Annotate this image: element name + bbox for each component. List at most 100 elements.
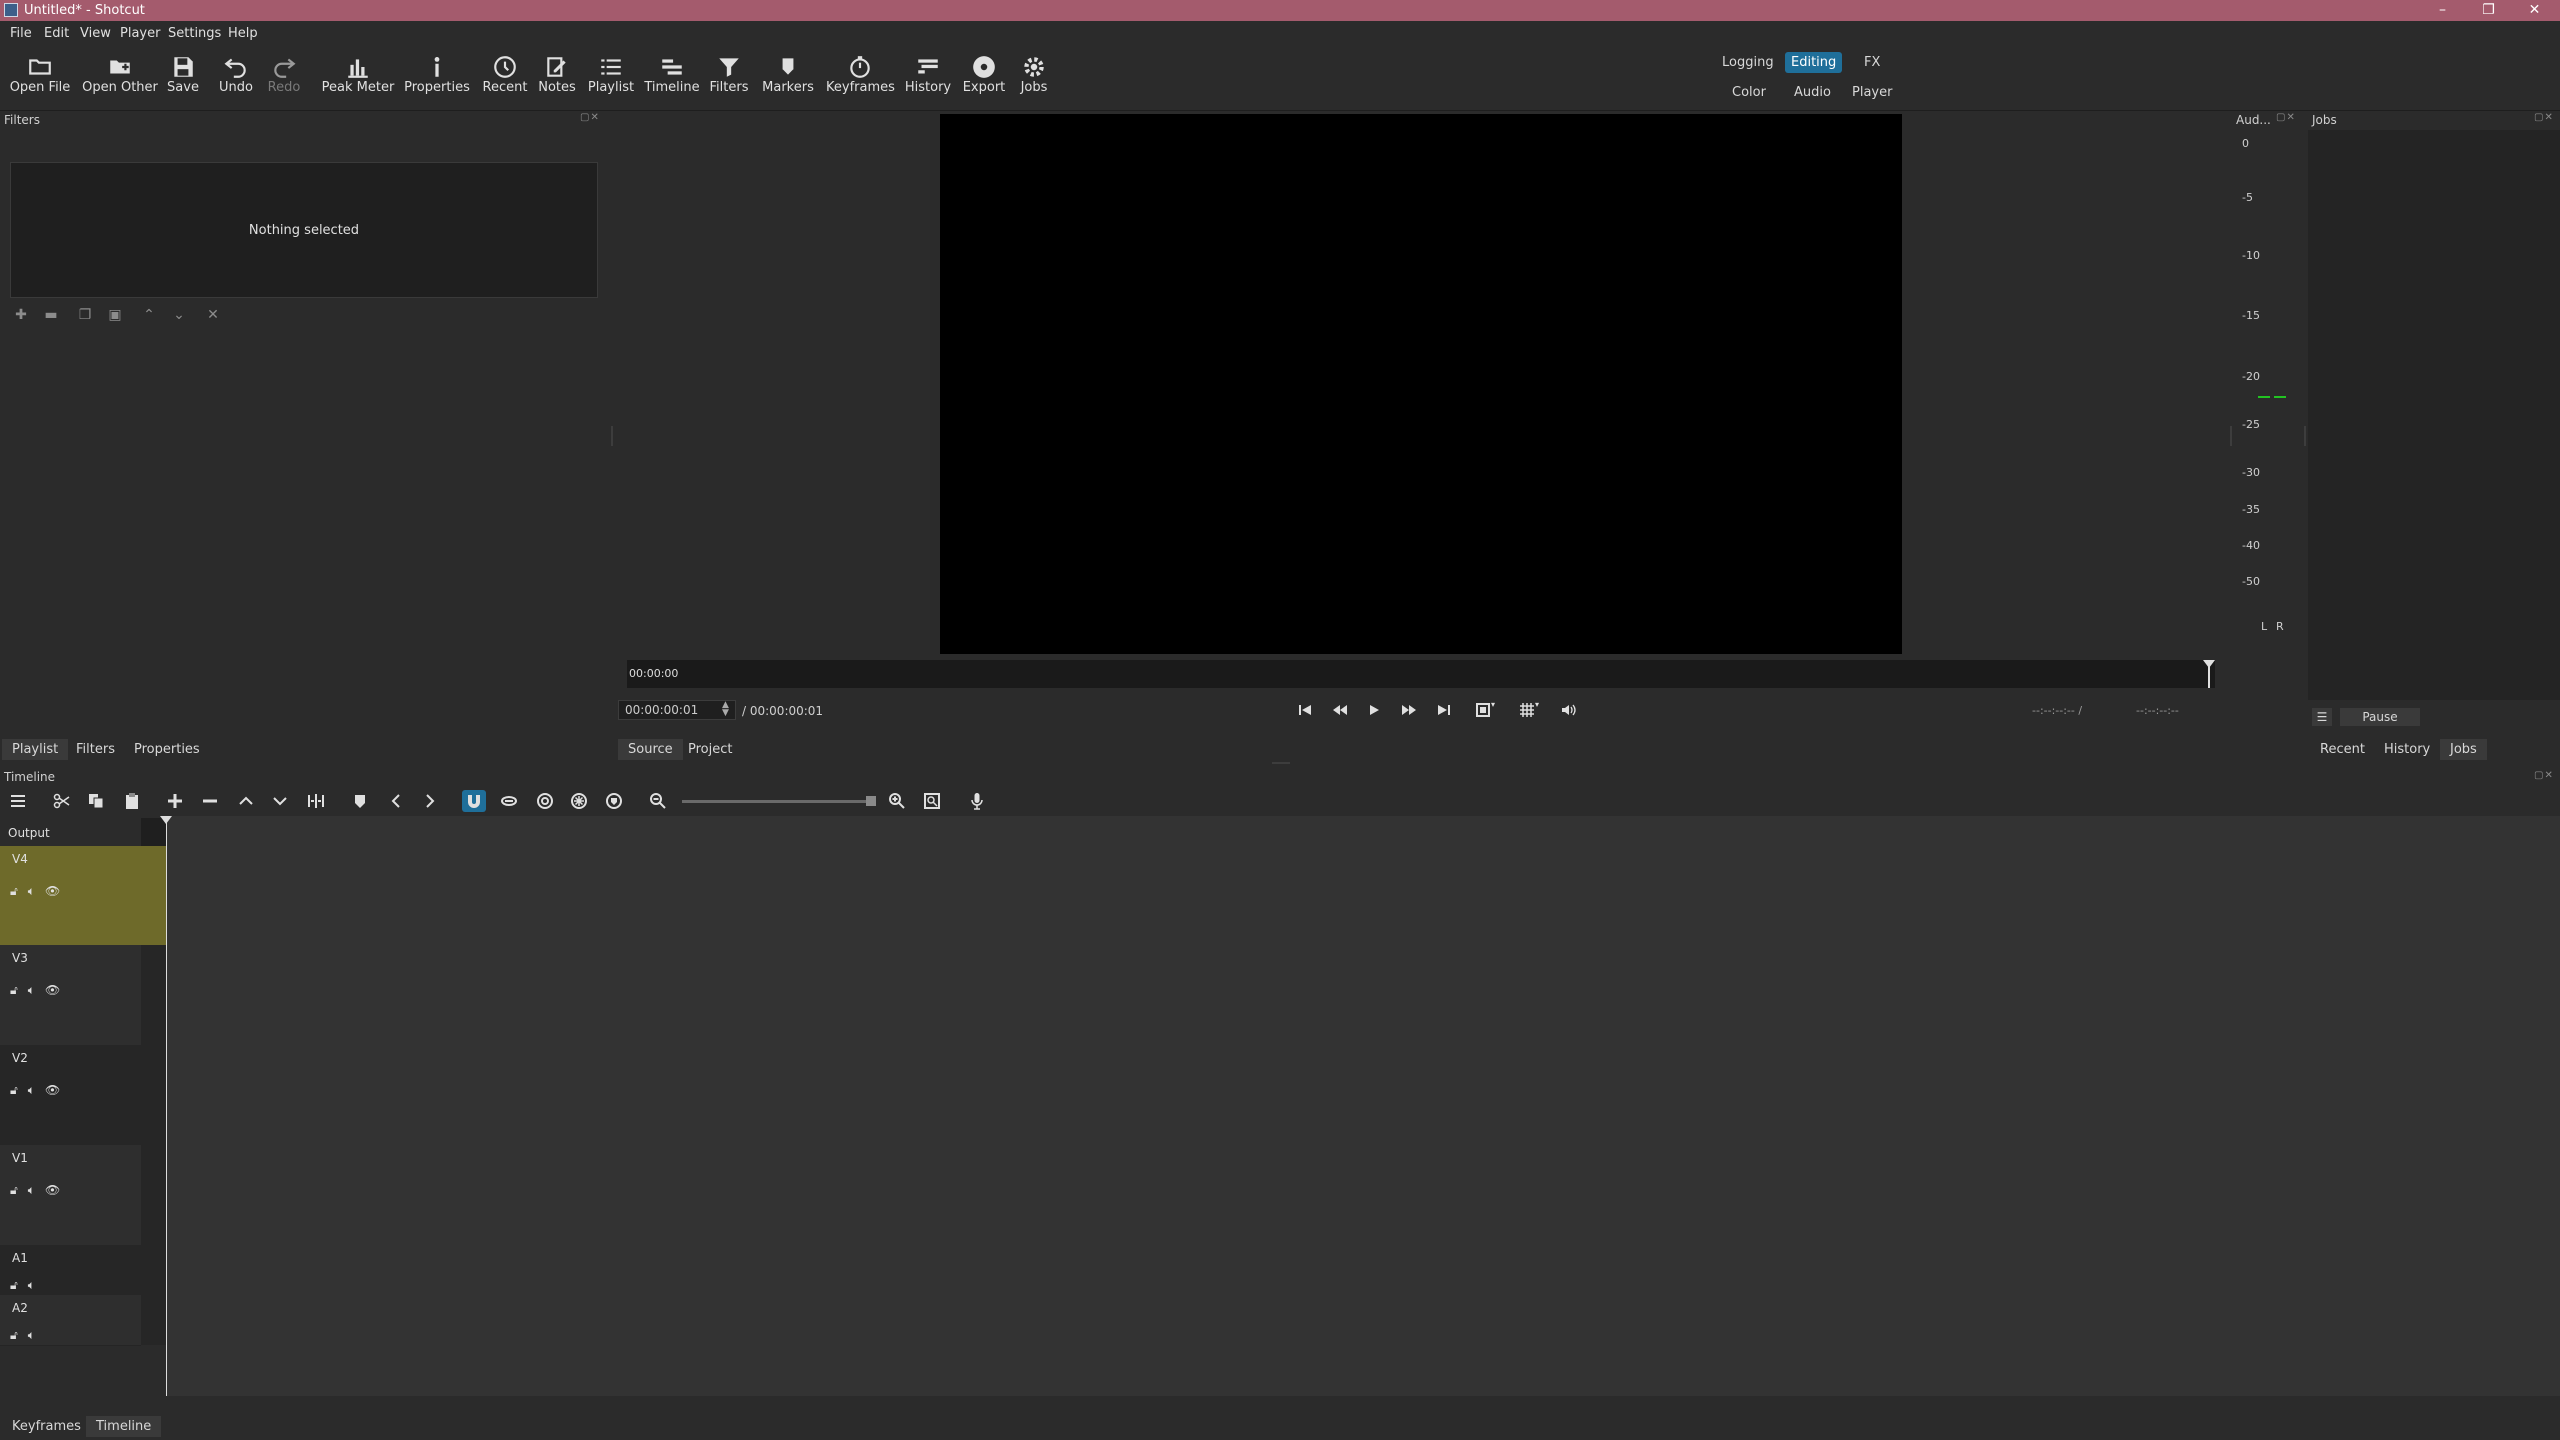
menu-file[interactable]: File bbox=[10, 26, 32, 41]
move-filter-down-button[interactable]: ⌄ bbox=[170, 306, 188, 324]
append-button[interactable] bbox=[163, 790, 187, 812]
lift-button[interactable] bbox=[234, 790, 258, 812]
jobs-splitter-handle[interactable] bbox=[2304, 426, 2306, 446]
eye-icon[interactable]: 👁︎ bbox=[45, 1083, 60, 1097]
timeline-scrollbar-area[interactable] bbox=[0, 1396, 2560, 1410]
filters-dock-buttons[interactable]: ▢✕ bbox=[580, 112, 600, 123]
open-other-button[interactable]: Open Other bbox=[80, 50, 160, 108]
redo-button[interactable]: Redo bbox=[262, 50, 306, 108]
snap-toggle[interactable] bbox=[462, 790, 486, 812]
tab-project[interactable]: Project bbox=[678, 739, 742, 760]
tab-history[interactable]: History bbox=[2374, 739, 2440, 760]
open-file-button[interactable]: Open File bbox=[8, 50, 72, 108]
meter-splitter-handle[interactable] bbox=[2230, 426, 2232, 446]
undo-button[interactable]: Undo bbox=[214, 50, 258, 108]
tab-source[interactable]: Source bbox=[618, 739, 683, 760]
grid-button[interactable]: ▾ bbox=[1510, 700, 1548, 720]
menu-help[interactable]: Help bbox=[228, 26, 258, 41]
left-splitter-handle[interactable] bbox=[611, 426, 613, 446]
playlist-button[interactable]: Playlist bbox=[586, 50, 636, 108]
recent-button[interactable]: Recent bbox=[480, 50, 530, 108]
remove-filter-button[interactable]: ▬ bbox=[42, 306, 60, 324]
scrub-playhead[interactable] bbox=[2203, 660, 2215, 668]
timeline-dock-buttons[interactable]: ▢✕ bbox=[2534, 770, 2554, 781]
close-button[interactable]: ✕ bbox=[2512, 0, 2557, 21]
track-header-a2[interactable]: A2 🔓︎ 🔈︎ bbox=[0, 1295, 141, 1346]
skip-to-end-button[interactable] bbox=[1432, 700, 1456, 720]
zoom-player-button[interactable]: ▾ bbox=[1466, 700, 1504, 720]
play-button[interactable] bbox=[1362, 700, 1386, 720]
menu-player[interactable]: Player bbox=[120, 26, 160, 41]
tab-timeline[interactable]: Timeline bbox=[86, 1416, 162, 1437]
jobs-dock-buttons[interactable]: ▢✕ bbox=[2534, 112, 2554, 123]
timecode-input[interactable]: 00:00:00:01 bbox=[618, 700, 736, 720]
export-button[interactable]: Export bbox=[960, 50, 1008, 108]
track-header-v2[interactable]: V2 🔓︎ 🔈︎ 👁︎ bbox=[0, 1045, 141, 1146]
pause-jobs-button[interactable]: Pause bbox=[2340, 708, 2420, 726]
layout-color[interactable]: Color bbox=[1726, 82, 1772, 103]
copy-button[interactable] bbox=[84, 790, 108, 812]
filters-button[interactable]: Filters bbox=[706, 50, 752, 108]
rewind-button[interactable] bbox=[1328, 700, 1352, 720]
track-header-v4[interactable]: V4 🔓︎ 🔈︎ 👁︎ bbox=[0, 846, 141, 946]
tab-playlist[interactable]: Playlist bbox=[2, 739, 69, 760]
lock-icon[interactable]: 🔓︎ bbox=[10, 884, 18, 898]
tab-jobs[interactable]: Jobs bbox=[2440, 739, 2487, 760]
timeline-splitter-handle[interactable] bbox=[1272, 762, 1290, 764]
peak-meter-button[interactable]: Peak Meter bbox=[320, 50, 396, 108]
lock-icon[interactable]: 🔓︎ bbox=[10, 1183, 18, 1197]
tab-filters[interactable]: Filters bbox=[66, 739, 125, 760]
zoom-fit-button[interactable] bbox=[920, 790, 944, 812]
history-button[interactable]: History bbox=[904, 50, 952, 108]
track-header-v3[interactable]: V3 🔓︎ 🔈︎ 👁︎ bbox=[0, 945, 141, 1046]
maximize-button[interactable]: ❐ bbox=[2466, 0, 2511, 21]
jobs-button[interactable]: Jobs bbox=[1014, 50, 1054, 108]
lock-icon[interactable]: 🔓︎ bbox=[10, 1328, 18, 1342]
jobs-list[interactable] bbox=[2308, 130, 2560, 700]
video-viewer[interactable] bbox=[940, 114, 1902, 654]
paste-filter-button[interactable]: ▣ bbox=[106, 306, 124, 324]
fast-forward-button[interactable] bbox=[1397, 700, 1421, 720]
ripple-all-tracks-toggle[interactable] bbox=[567, 790, 591, 812]
timeline-tracks-area[interactable] bbox=[166, 816, 2560, 1396]
deselect-filter-button[interactable]: ✕ bbox=[204, 306, 222, 324]
scrub-drag-toggle[interactable] bbox=[497, 790, 521, 812]
track-header-a1[interactable]: A1 🔓︎ 🔈︎ bbox=[0, 1245, 141, 1296]
properties-button[interactable]: Properties bbox=[402, 50, 472, 108]
copy-filter-button[interactable]: ❐ bbox=[76, 306, 94, 324]
mute-icon[interactable]: 🔈︎ bbox=[28, 983, 35, 997]
zoom-in-button[interactable] bbox=[885, 790, 909, 812]
layout-logging[interactable]: Logging bbox=[1716, 52, 1780, 73]
timecode-spinner-icon[interactable]: ▲ ▼ bbox=[722, 701, 729, 718]
ripple-markers-toggle[interactable] bbox=[602, 790, 626, 812]
add-marker-button[interactable] bbox=[348, 790, 372, 812]
layout-audio[interactable]: Audio bbox=[1788, 82, 1837, 103]
timeline-zoom-handle[interactable] bbox=[866, 796, 876, 806]
skip-to-start-button[interactable] bbox=[1293, 700, 1317, 720]
next-marker-button[interactable] bbox=[418, 790, 442, 812]
record-audio-button[interactable] bbox=[965, 790, 989, 812]
tab-recent[interactable]: Recent bbox=[2310, 739, 2375, 760]
timeline-button[interactable]: Timeline bbox=[644, 50, 700, 108]
add-filter-button[interactable]: ✚ bbox=[12, 306, 30, 324]
eye-icon[interactable]: 👁︎ bbox=[45, 983, 60, 997]
jobs-menu-button[interactable]: ☰ bbox=[2312, 708, 2332, 726]
ripple-delete-button[interactable] bbox=[198, 790, 222, 812]
mute-icon[interactable]: 🔈︎ bbox=[28, 1328, 35, 1342]
volume-button[interactable] bbox=[1556, 700, 1580, 720]
split-button[interactable] bbox=[304, 790, 328, 812]
mute-icon[interactable]: 🔈︎ bbox=[28, 1278, 35, 1292]
layout-fx[interactable]: FX bbox=[1858, 52, 1886, 73]
paste-button[interactable] bbox=[120, 790, 144, 812]
menu-settings[interactable]: Settings bbox=[168, 26, 221, 41]
cut-button[interactable] bbox=[50, 790, 74, 812]
notes-button[interactable]: Notes bbox=[534, 50, 580, 108]
mute-icon[interactable]: 🔈︎ bbox=[28, 1183, 35, 1197]
layout-editing[interactable]: Editing bbox=[1785, 52, 1843, 73]
markers-button[interactable]: Markers bbox=[760, 50, 816, 108]
move-filter-up-button[interactable]: ⌃ bbox=[140, 306, 158, 324]
timeline-zoom-slider[interactable] bbox=[682, 800, 874, 803]
filters-list[interactable]: Nothing selected bbox=[10, 162, 598, 298]
layout-player[interactable]: Player bbox=[1846, 82, 1898, 103]
keyframes-button[interactable]: Keyframes bbox=[826, 50, 895, 108]
